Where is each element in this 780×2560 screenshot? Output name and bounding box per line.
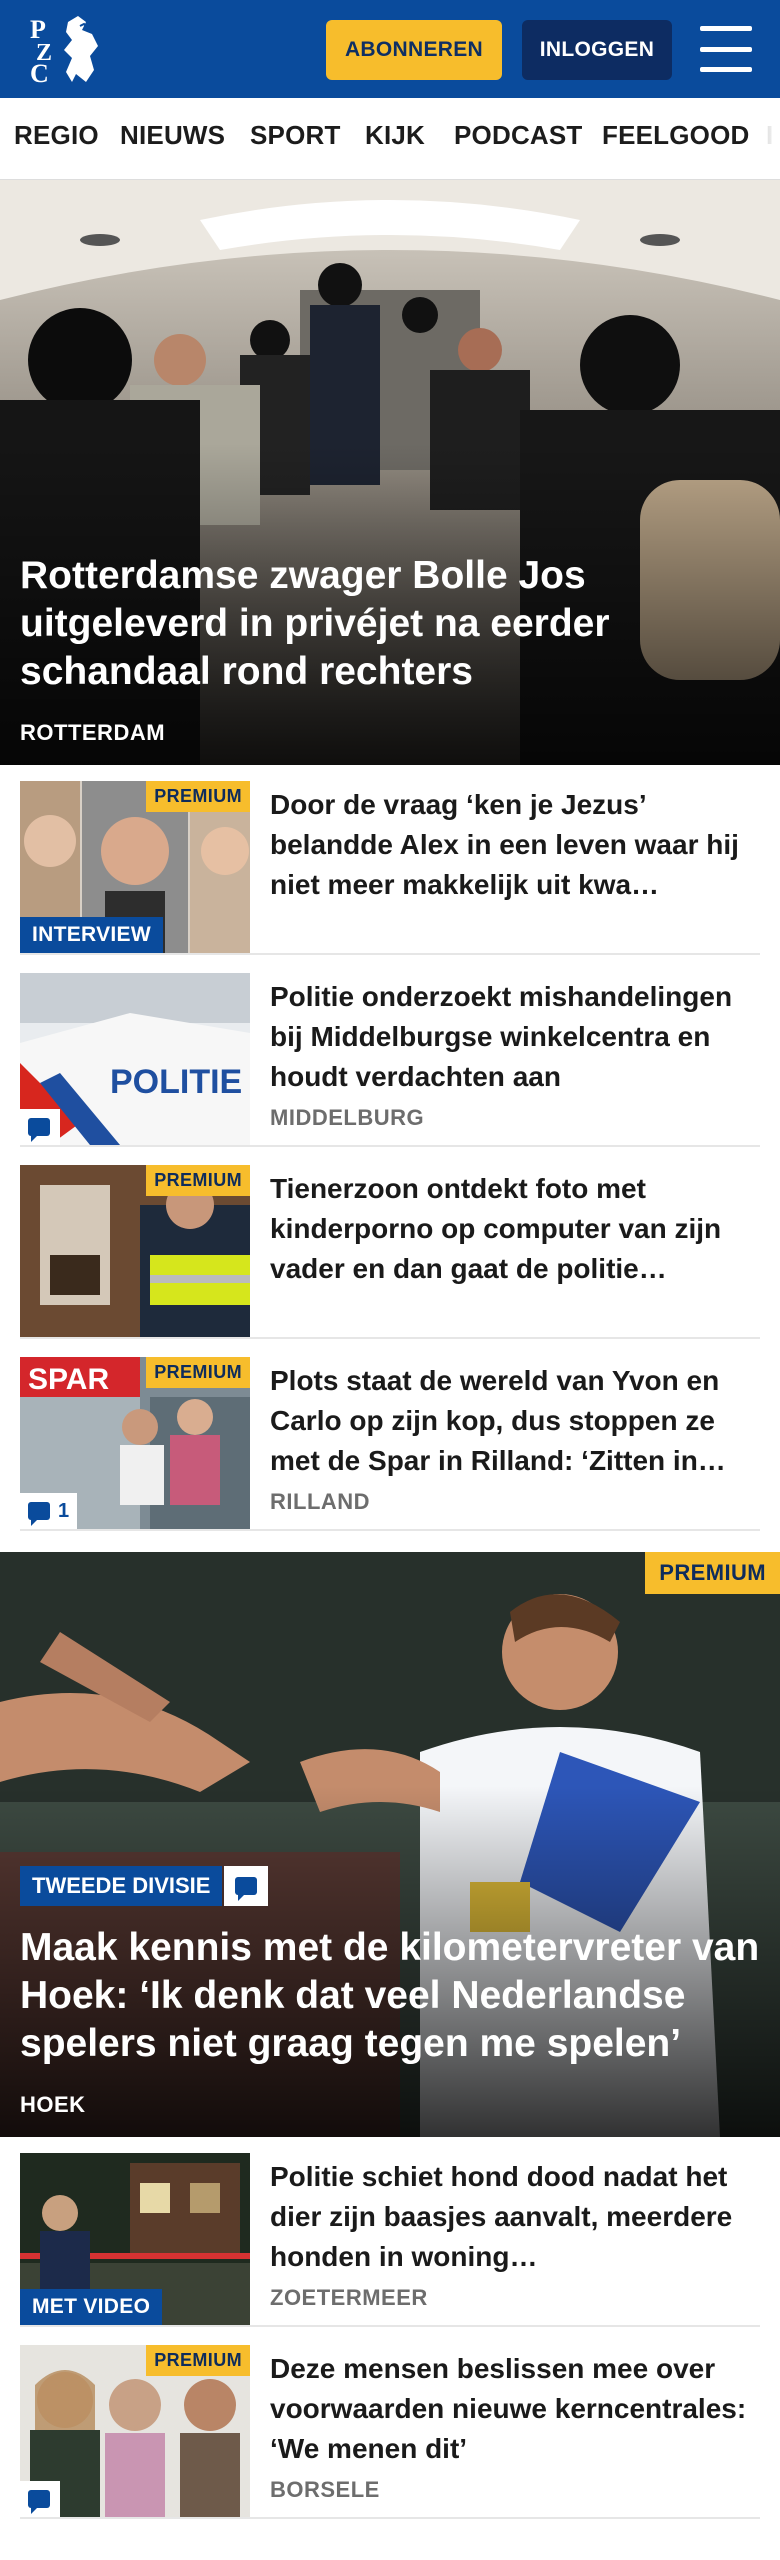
article-location: ZOETERMEER <box>270 2285 428 2310</box>
premium-badge: PREMIUM <box>146 2345 250 2376</box>
nav-item-sport[interactable]: SPORT <box>250 120 341 151</box>
comment-indicator[interactable] <box>20 2481 60 2517</box>
article-headline[interactable]: Politie onderzoekt mishandelin­gen bij M… <box>270 977 760 1097</box>
svg-text:POLITIE: POLITIE <box>110 1063 242 1101</box>
list-item[interactable]: POLITIE Politie onderzoekt mishandelin­g… <box>20 957 760 1147</box>
comment-icon <box>28 1502 50 1526</box>
comment-indicator[interactable]: 1 <box>20 1493 78 1529</box>
article-thumbnail: PREMIUM <box>20 1165 250 1337</box>
hero-headline[interactable]: Rotterdamse zwager Bolle Jos uitgeleverd… <box>20 552 740 696</box>
svg-text:SPAR: SPAR <box>28 1363 109 1396</box>
featured-article[interactable]: PREMIUM TWEEDE DIVISIE Maak kennis met d… <box>0 1552 780 2137</box>
article-thumbnail: SPAR PREMIUM 1 <box>20 1357 250 1529</box>
list-item[interactable]: PREMIUM Deze mensen beslissen mee over v… <box>20 2329 760 2519</box>
article-location: RILLAND <box>270 1489 371 1514</box>
premium-badge: PREMIUM <box>146 1357 250 1388</box>
article-headline[interactable]: Politie schiet hond dood nadat het dier … <box>270 2157 760 2277</box>
section-tag: TWEEDE DIVISIE <box>20 1866 269 1906</box>
list-item[interactable]: PREMIUM INTERVIEW Door de vraag ‘ken je … <box>20 765 760 955</box>
subscribe-button[interactable]: ABONNEREN <box>326 20 502 80</box>
premium-badge: PREMIUM <box>645 1552 780 1594</box>
hero-location: ROTTERDAM <box>20 720 166 745</box>
hamburger-menu-icon[interactable] <box>700 26 752 72</box>
comment-icon <box>235 1877 258 1901</box>
premium-badge: PREMIUM <box>146 781 250 812</box>
section-nav: REGIO NIEUWS SPORT KIJK PODCAST FEELGOOD… <box>0 98 780 180</box>
article-thumbnail: PREMIUM <box>20 2345 250 2517</box>
interview-label: INTERVIEW <box>20 917 163 953</box>
comment-indicator[interactable] <box>20 1109 60 1145</box>
article-location: MIDDELBURG <box>270 1105 425 1130</box>
comment-indicator[interactable] <box>224 1866 269 1906</box>
article-thumbnail: POLITIE <box>20 973 250 1145</box>
comment-count: 1 <box>58 1499 70 1522</box>
article-thumbnail: PREMIUM INTERVIEW <box>20 781 250 953</box>
nav-item-podcast[interactable]: PODCAST <box>454 120 583 151</box>
article-location: BORSELE <box>270 2477 380 2502</box>
nav-item-regio[interactable]: REGIO <box>14 120 99 151</box>
nav-scroll-fade <box>750 98 780 179</box>
premium-badge: PREMIUM <box>146 1165 250 1196</box>
svg-text:C: C <box>30 59 49 86</box>
list-item[interactable]: SPAR PREMIUM 1 Plots staat de wereld van… <box>20 1341 760 1531</box>
login-button[interactable]: INLOGGEN <box>522 20 672 80</box>
list-item[interactable]: PREMIUM Tienerzoon ontdekt foto met kind… <box>20 1149 760 1339</box>
nav-item-nieuws[interactable]: NIEUWS <box>120 120 225 151</box>
article-headline[interactable]: Tienerzoon ontdekt foto met kinderporno … <box>270 1169 760 1289</box>
article-headline[interactable]: Deze mensen beslissen mee over voorwaard… <box>270 2349 760 2469</box>
comment-icon <box>28 1118 50 1142</box>
article-headline[interactable]: Plots staat de wereld van Yvon en Carlo … <box>270 1361 760 1481</box>
featured-location: HOEK <box>20 2092 86 2117</box>
nav-item-kijk[interactable]: KIJK <box>365 120 425 151</box>
video-label: MET VIDEO <box>20 2289 163 2325</box>
list-item[interactable]: MET VIDEO Politie schiet hond dood nadat… <box>20 2137 760 2327</box>
comment-icon <box>28 2490 50 2514</box>
article-headline[interactable]: Door de vraag ‘ken je Jezus’ belandde Al… <box>270 785 760 905</box>
section-label[interactable]: TWEEDE DIVISIE <box>20 1866 223 1906</box>
nav-item-feelgood[interactable]: FEELGOOD <box>602 120 750 151</box>
featured-headline[interactable]: Maak kennis met de kilometervreter van H… <box>20 1924 760 2068</box>
hero-article[interactable]: Rotterdamse zwager Bolle Jos uitgeleverd… <box>0 180 780 765</box>
top-bar: P Z C ABONNEREN INLOGGEN <box>0 0 780 98</box>
article-thumbnail: MET VIDEO <box>20 2153 250 2325</box>
pzc-logo[interactable]: P Z C <box>28 12 110 86</box>
